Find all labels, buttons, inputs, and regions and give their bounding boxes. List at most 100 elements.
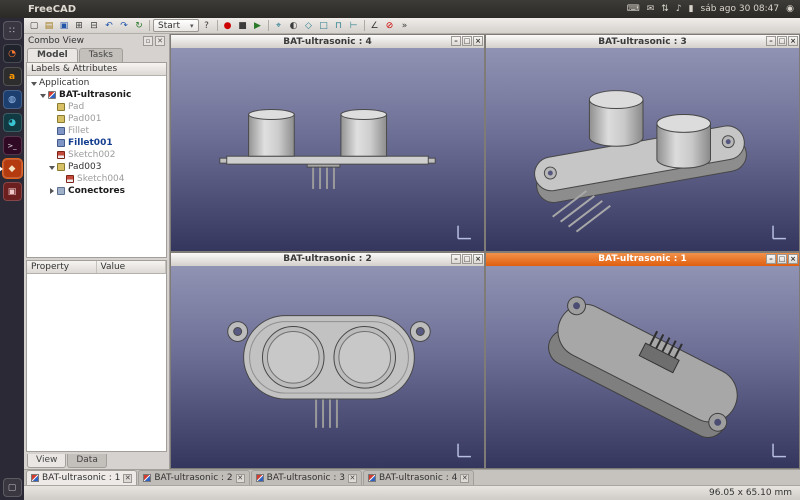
minimize-button[interactable]: – [766,254,776,264]
right-view-icon[interactable]: ⊢ [347,19,361,33]
refresh-icon[interactable]: ↻ [132,19,146,33]
front-view-icon[interactable]: □ [317,19,331,33]
overflow-icon[interactable]: » [398,19,412,33]
macro-stop-icon[interactable]: ■ [236,19,250,33]
minimize-button[interactable]: – [451,254,461,264]
terminal-icon[interactable]: >_ [3,136,22,155]
tree-item-pad003[interactable]: Pad003 [27,161,166,173]
enclosure-model-top[interactable] [228,315,431,427]
firefox-icon[interactable]: ◔ [3,44,22,63]
tree-item-conectores[interactable]: Conectores [27,185,166,197]
maximize-button[interactable]: □ [462,254,472,264]
viewport-top-enclosure[interactable] [171,266,484,469]
trash-icon[interactable]: ▢ [3,478,22,497]
tab-tasks[interactable]: Tasks [79,48,123,62]
open-document-icon[interactable]: ▤ [42,19,56,33]
viewport-canvas[interactable] [171,266,484,469]
amazon-icon[interactable]: a [3,67,22,86]
blue-app-icon[interactable]: ◍ [3,90,22,109]
sound-indicator-icon[interactable]: ♪ [676,4,682,14]
tree-item-application[interactable]: Application [27,77,166,89]
clip-plane-icon[interactable]: ⊘ [383,19,397,33]
paste-icon[interactable]: ⊟ [87,19,101,33]
maximize-button[interactable]: □ [777,254,787,264]
measure-icon[interactable]: ∠ [368,19,382,33]
enclosure-model-iso[interactable] [542,289,750,444]
draw-style-icon[interactable]: ◐ [287,19,301,33]
mdi-window-3[interactable]: BAT-ultrasonic : 3 – □ × [485,34,800,252]
tab-model[interactable]: Model [27,48,78,62]
tab-view[interactable]: View [27,454,66,468]
minimize-button[interactable]: – [451,36,461,46]
close-button[interactable]: × [473,254,483,264]
expander-icon[interactable] [39,91,48,100]
doc-tab-3[interactable]: BAT-ultrasonic : 3 ✕ [251,470,362,485]
viewport-front[interactable] [171,48,484,251]
tab-data[interactable]: Data [67,454,107,468]
minimize-button[interactable]: – [766,36,776,46]
viewport-canvas[interactable] [486,48,799,251]
top-view-icon[interactable]: ⊓ [332,19,346,33]
doc-tab-4[interactable]: BAT-ultrasonic : 4 ✕ [363,470,474,485]
expander-icon[interactable] [48,187,57,196]
doc-tab-2[interactable]: BAT-ultrasonic : 2 ✕ [138,470,249,485]
close-button[interactable]: × [788,254,798,264]
tree-item-sketch004[interactable]: Sketch004 [27,173,166,185]
mdi-window-4[interactable]: BAT-ultrasonic : 4 – □ × [170,34,485,252]
battery-indicator-icon[interactable]: ▮ [689,4,694,14]
mail-indicator-icon[interactable]: ✉ [647,4,655,14]
mdi-window-1[interactable]: BAT-ultrasonic : 1 – □ × [485,252,800,470]
workbench-selector[interactable]: Start ▾ [153,19,199,32]
mdi-window-titlebar[interactable]: BAT-ultrasonic : 2 – □ × [171,253,484,266]
close-tab-icon[interactable]: ✕ [123,474,132,483]
close-button[interactable]: × [473,36,483,46]
doc-tab-1[interactable]: BAT-ultrasonic : 1 ✕ [26,470,137,485]
session-menu-icon[interactable]: ◉ [786,4,794,14]
dash-home-icon[interactable]: ∷ [3,21,22,40]
copy-icon[interactable]: ⊞ [72,19,86,33]
close-tab-icon[interactable]: ✕ [460,474,469,483]
axonometric-view-icon[interactable]: ◇ [302,19,316,33]
whats-this-icon[interactable]: ? [200,19,214,33]
tree-item-sketch002[interactable]: Sketch002 [27,149,166,161]
dock-close-icon[interactable]: ✕ [155,36,165,46]
close-tab-icon[interactable]: ✕ [236,474,245,483]
viewport-isometric-enclosure[interactable] [486,266,799,469]
sensor-model-front[interactable] [220,110,435,189]
mdi-window-titlebar[interactable]: BAT-ultrasonic : 4 – □ × [171,35,484,48]
keyboard-indicator-icon[interactable]: ⌨ [627,4,640,14]
macro-play-icon[interactable]: ▶ [251,19,265,33]
mdi-window-titlebar[interactable]: BAT-ultrasonic : 3 – □ × [486,35,799,48]
property-column-header[interactable]: Property [27,261,97,273]
viewport-canvas[interactable] [171,48,484,251]
fit-all-icon[interactable]: ⌖ [272,19,286,33]
mdi-window-2[interactable]: BAT-ultrasonic : 2 – □ × [170,252,485,470]
save-icon[interactable]: ▣ [57,19,71,33]
macro-record-icon[interactable]: ● [221,19,235,33]
close-button[interactable]: × [788,36,798,46]
network-indicator-icon[interactable]: ⇅ [661,4,669,14]
editor-app-icon[interactable]: ▣ [3,182,22,201]
tree-item-fillet001[interactable]: Fillet001 [27,137,166,149]
maximize-button[interactable]: □ [777,36,787,46]
viewport-canvas[interactable] [486,266,799,469]
expander-icon[interactable] [48,163,57,172]
value-column-header[interactable]: Value [97,261,167,273]
redo-icon[interactable]: ↷ [117,19,131,33]
dock-float-icon[interactable]: ▫ [143,36,153,46]
new-document-icon[interactable]: ▢ [27,19,41,33]
cyan-app-icon[interactable]: ◕ [3,113,22,132]
close-tab-icon[interactable]: ✕ [348,474,357,483]
undo-icon[interactable]: ↶ [102,19,116,33]
freecad-launcher-icon[interactable]: ◆ [3,159,22,178]
tree-item-bat-ultrasonic[interactable]: BAT-ultrasonic [27,89,166,101]
sensor-model-iso[interactable] [532,91,749,232]
expander-icon[interactable] [30,79,39,88]
tree-item-pad[interactable]: Pad [27,101,166,113]
maximize-button[interactable]: □ [462,36,472,46]
tree-item-fillet[interactable]: Fillet [27,125,166,137]
viewport-isometric-board[interactable] [486,48,799,251]
mdi-window-titlebar[interactable]: BAT-ultrasonic : 1 – □ × [486,253,799,266]
clock[interactable]: sáb ago 30 08:47 [701,4,780,14]
tree-item-pad001[interactable]: Pad001 [27,113,166,125]
